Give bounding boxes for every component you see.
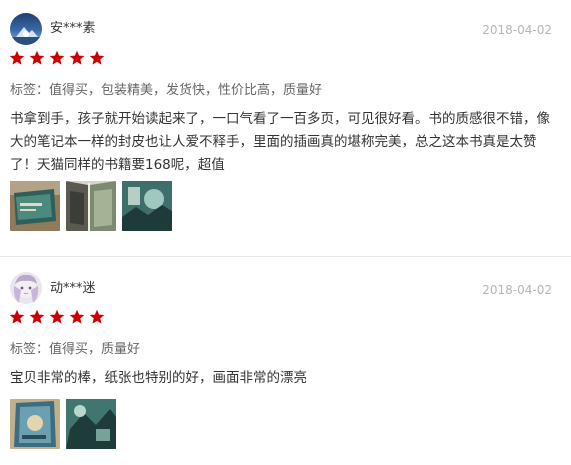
star-icon [9,50,25,66]
star-icon [69,50,85,66]
review-photo-thumbnail[interactable] [66,399,116,449]
star-icon [89,50,105,66]
avatar[interactable] [10,13,42,45]
star-icon [89,309,105,325]
review-content: 书拿到手，孩子就开始读起来了，一口气看了一百多页，可见很好看。书的质感很不错，像… [10,111,550,173]
review-date: 2018-04-02 [482,283,552,297]
review-date: 2018-04-02 [482,23,552,37]
review-photo-thumbnail[interactable] [122,181,172,231]
star-icon [69,309,85,325]
review-content: 宝贝非常的棒，纸张也特别的好，画面非常的漂亮 [10,370,307,386]
star-icon [49,309,65,325]
review-tags: 标签：值得买，包装精美，发货快，性价比高，质量好 [10,83,323,98]
star-icon [49,50,65,66]
star-icon [29,309,45,325]
star-icon [9,309,25,325]
star-icon [29,50,45,66]
review-photo-thumbnail[interactable] [10,399,60,449]
username: 安***素 [50,21,96,36]
review-item: 动***迷 2018-04-02 标签：值得买，质量好 宝贝非常的棒，纸张也特别… [0,257,571,465]
avatar[interactable] [10,272,42,304]
review-photo-thumbnail[interactable] [10,181,60,231]
photo-list [10,181,178,231]
username: 动***迷 [50,281,96,296]
rating-stars [9,309,109,325]
photo-list [10,399,122,449]
review-tags: 标签：值得买，质量好 [10,342,141,357]
review-item: 安***素 2018-04-02 标签：值得买，包装精美，发货快，性价比高，质量… [0,0,571,256]
review-photo-thumbnail[interactable] [66,181,116,231]
rating-stars [9,50,109,66]
